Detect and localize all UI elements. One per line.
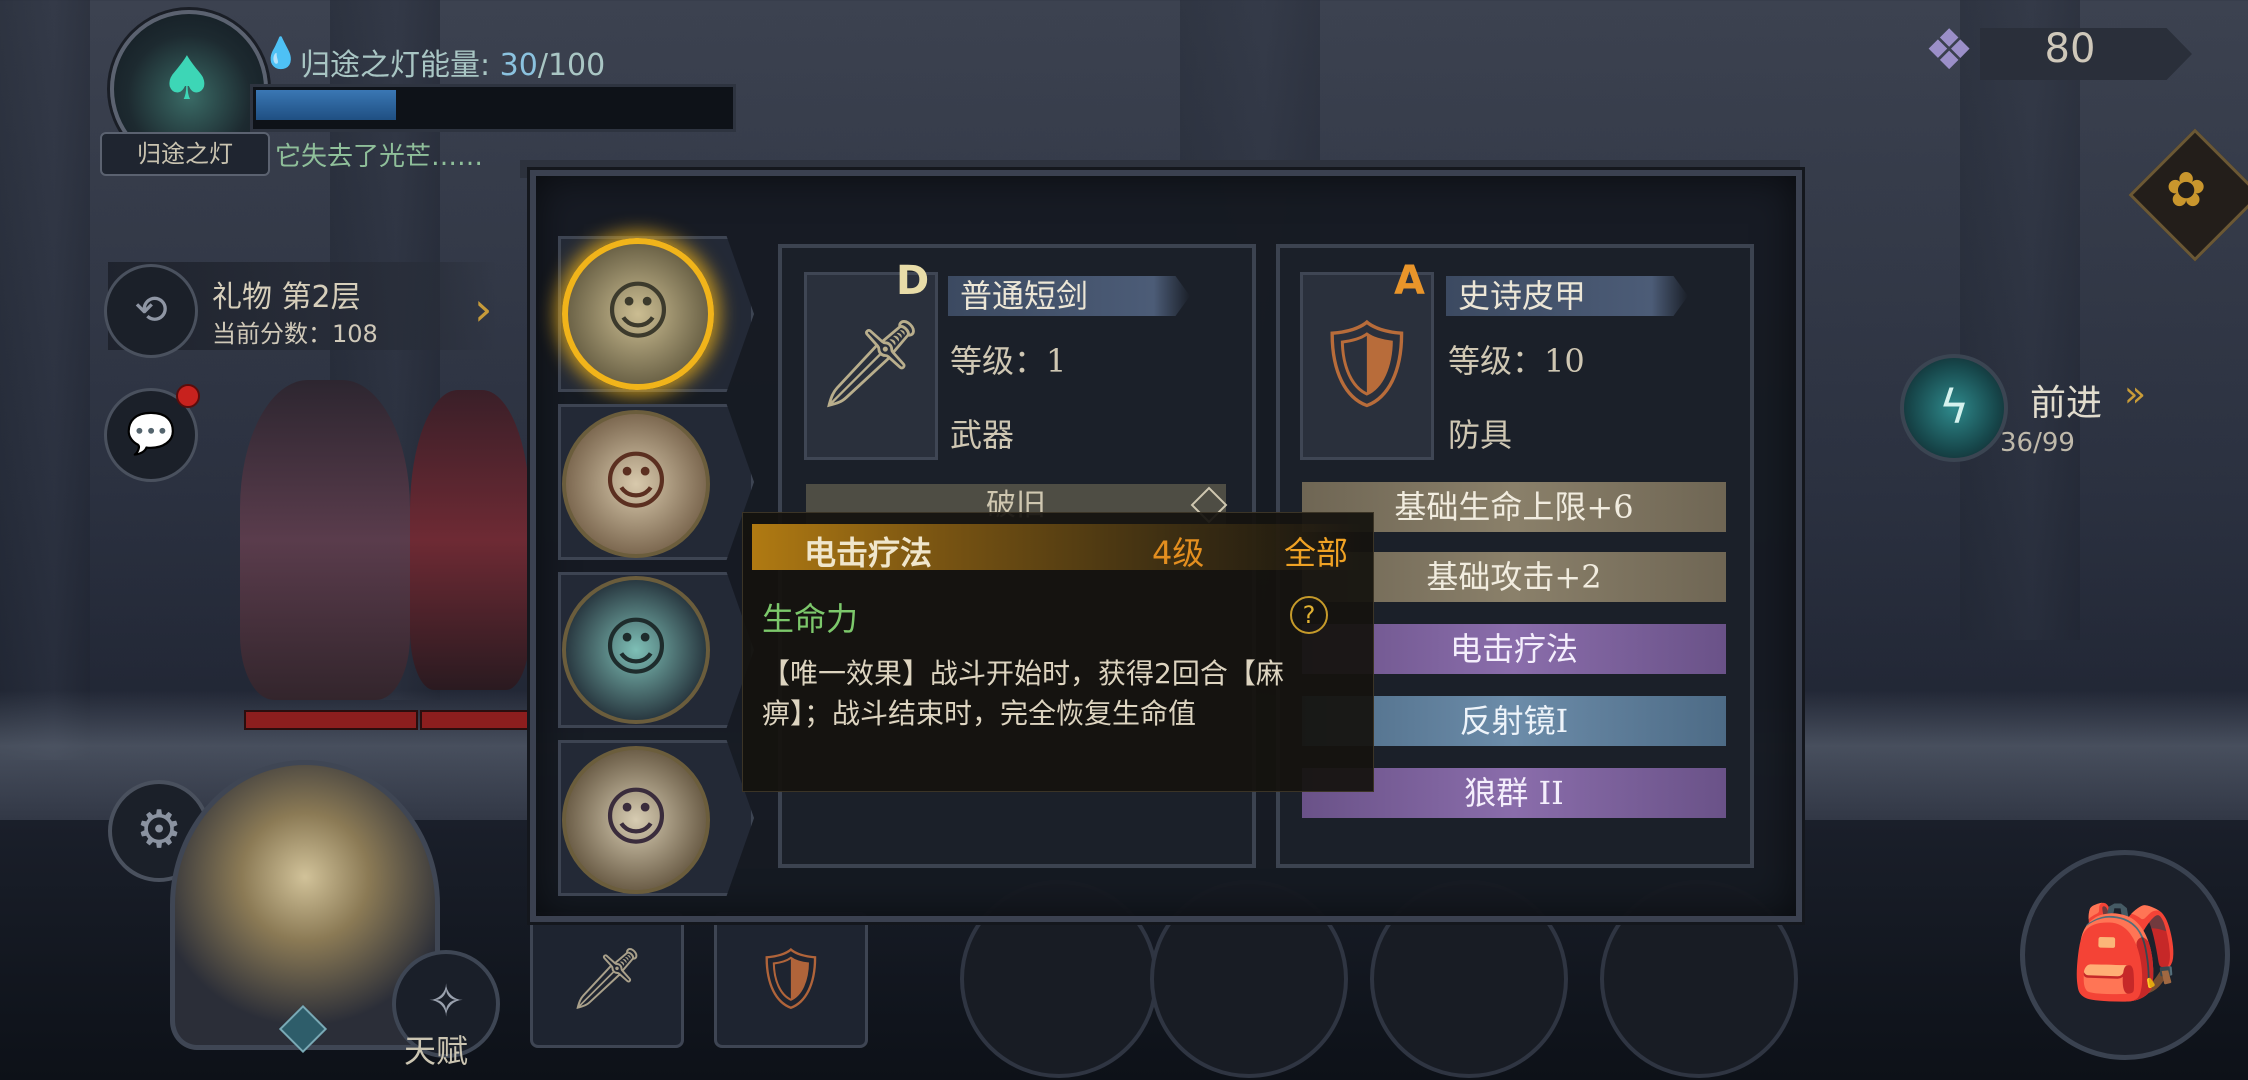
weapon-rarity-badge: D [896,258,930,304]
bottom-armor-slot[interactable]: 🛡 [714,912,868,1048]
talent-label: 天赋 [404,1032,469,1070]
armor-icon: 🛡 [752,944,830,1014]
help-icon[interactable]: ? [1290,596,1328,634]
floor-expand-arrow-icon[interactable]: › [474,282,492,336]
tooltip-skill-scope: 全部 [1284,534,1349,572]
lantern-energy-max: /100 [537,48,606,83]
armor-icon: 🛡 [1312,314,1422,414]
hero-avatar-musketeer[interactable]: ☺ [562,746,710,894]
tooltip-description: 【唯一效果】战斗开始时，获得2回合【麻痹】；战斗结束时，完全恢复生命值 [762,657,1284,730]
hp-bar-2 [420,710,534,730]
lantern-flame-icon: ♠ [160,44,214,114]
lantern-energy-value: 30 [499,48,538,83]
tooltip-skill-type: 生命力 [762,600,859,638]
backpack-icon: 🎒 [2068,900,2182,1005]
floor-score: 当前分数：108 [212,320,378,348]
armor-rarity-badge: A [1394,258,1425,304]
gear-icon: ⚙ [135,800,183,860]
advance-label[interactable]: 前进 [2030,374,2102,426]
floor-swirl-icon: ⟲ [104,264,198,358]
advance-button[interactable]: ϟ [1900,354,2008,462]
lantern-energy-label: 归途之灯能量: 30/100 [300,48,606,83]
rose-icon: ✿ [2166,162,2207,218]
armor-type: 防具 [1448,416,1513,454]
bard-character [240,380,410,700]
tooltip-skill-level: 4级 [1152,534,1205,572]
armor-name: 史诗皮甲 [1446,276,1688,316]
notification-dot [176,384,200,408]
dagger-icon: 🗡 [568,944,646,1014]
lantern-name: 归途之灯 [100,132,270,176]
warrior-character [410,390,530,690]
hero-avatar-sorceress[interactable]: ☺ [562,576,710,724]
lantern-description: 它失去了光芒…… [275,142,484,172]
weapon-name: 普通短剑 [948,276,1190,316]
hero-avatar-valkyrie[interactable]: ☺ [562,238,714,390]
armor-level: 等级：10 [1448,342,1585,380]
lightning-icon: ϟ [1938,380,1970,434]
talent-compass-icon: ✧ [427,976,465,1027]
chat-bubble-icon: 💬 [126,411,176,457]
currency-amount: 80 [2044,26,2096,72]
soul-gem-icon: ❖ [1924,18,1975,83]
tooltip-skill-name: 电击疗法 [804,534,933,572]
advance-progress: 36/99 [2000,428,2075,458]
hp-bar-1 [244,710,418,730]
energy-bar-fill [256,90,396,120]
bottom-weapon-slot[interactable]: 🗡 [530,912,684,1048]
weapon-level: 等级：1 [950,342,1067,380]
backpack-button[interactable]: 🎒 [2020,850,2230,1060]
hero-avatar-bard[interactable]: ☺ [562,410,710,558]
weapon-type: 武器 [950,416,1015,454]
advance-arrows-icon: » [2124,374,2147,415]
floor-title: 礼物 第2层 [212,280,361,315]
energy-drop-icon: 💧 [262,36,300,71]
dagger-icon: 🗡 [816,314,926,414]
